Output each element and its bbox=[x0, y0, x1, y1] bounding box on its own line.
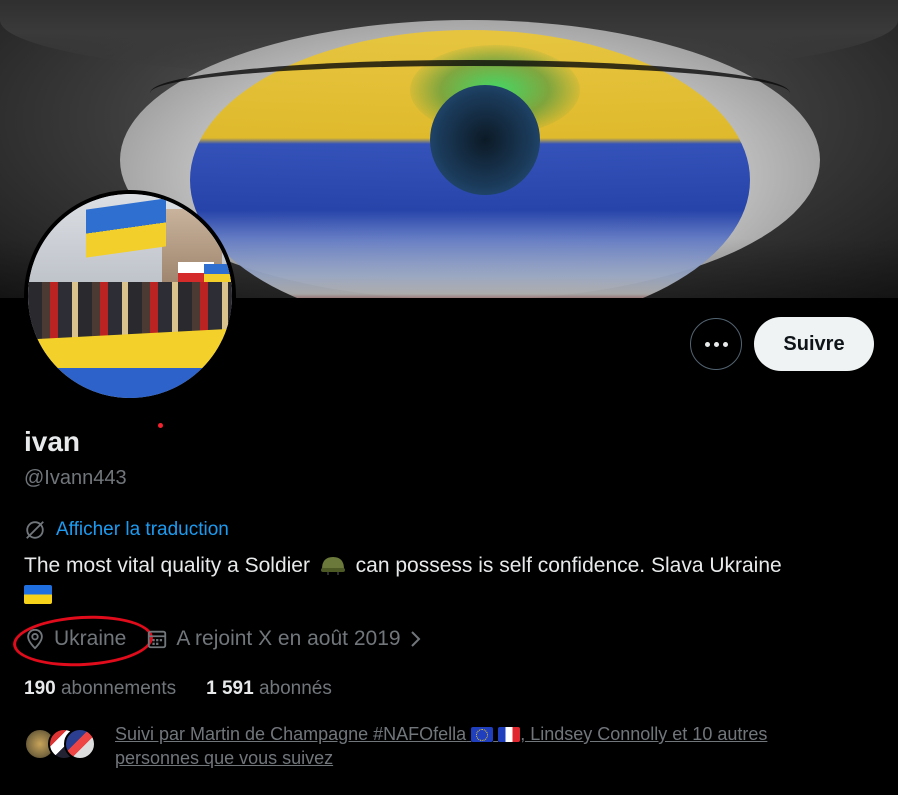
more-dots-icon bbox=[704, 341, 728, 347]
military-helmet-icon bbox=[320, 557, 345, 575]
followers-link[interactable]: 1 591 abonnés bbox=[206, 678, 332, 700]
profile-handle: @Ivann443 bbox=[24, 467, 127, 489]
followed-by-avatars[interactable] bbox=[24, 728, 104, 764]
location: Ukraine bbox=[24, 627, 126, 651]
translate-icon bbox=[26, 521, 44, 539]
following-count: 190 bbox=[24, 678, 56, 699]
followed-by-text-1: Suivi par Martin de Champagne #NAFOfella bbox=[115, 724, 467, 744]
translate-link[interactable]: Afficher la traduction bbox=[24, 519, 229, 541]
avatar-banner-blue bbox=[28, 368, 232, 398]
followed-by: Suivi par Martin de Champagne #NAFOfella… bbox=[24, 722, 850, 770]
banner-lashes bbox=[150, 60, 790, 126]
red-dot-mark bbox=[158, 423, 163, 428]
more-options-button[interactable] bbox=[690, 318, 742, 370]
location-text: Ukraine bbox=[54, 627, 127, 650]
followers-count: 1 591 bbox=[206, 678, 254, 699]
bio-text-1: The most vital quality a Soldier bbox=[24, 554, 310, 577]
join-date-text: A rejoint X en août 2019 bbox=[176, 627, 401, 650]
location-pin-icon bbox=[27, 628, 43, 650]
profile-avatar[interactable] bbox=[24, 190, 236, 402]
bio-text-2: can possess is self confidence. Slava Uk… bbox=[355, 554, 782, 577]
followers-label: abonnés bbox=[258, 678, 332, 699]
calendar-icon bbox=[148, 630, 167, 649]
avatar bbox=[64, 728, 96, 760]
chevron-right-icon bbox=[410, 631, 420, 647]
join-date[interactable]: A rejoint X en août 2019 bbox=[146, 627, 422, 651]
follow-button[interactable]: Suivre bbox=[754, 317, 874, 371]
france-flag-icon bbox=[498, 727, 521, 742]
translate-label: Afficher la traduction bbox=[56, 519, 229, 540]
avatar-ukraine-flag-small bbox=[204, 264, 232, 284]
profile-name: ivan bbox=[24, 426, 81, 457]
profile-meta: Ukraine A rejoint X en août 2019 bbox=[24, 627, 423, 651]
following-link[interactable]: 190 abonnements bbox=[24, 678, 176, 700]
followed-by-link[interactable]: Suivi par Martin de Champagne #NAFOfella… bbox=[115, 722, 850, 770]
profile-stats: 190 abonnements 1 591 abonnés bbox=[24, 678, 332, 700]
profile-bio: The most vital quality a Soldier can pos… bbox=[24, 551, 874, 609]
eu-flag-icon bbox=[471, 727, 494, 742]
ukraine-flag-icon bbox=[24, 585, 52, 604]
following-label: abonnements bbox=[60, 678, 177, 699]
